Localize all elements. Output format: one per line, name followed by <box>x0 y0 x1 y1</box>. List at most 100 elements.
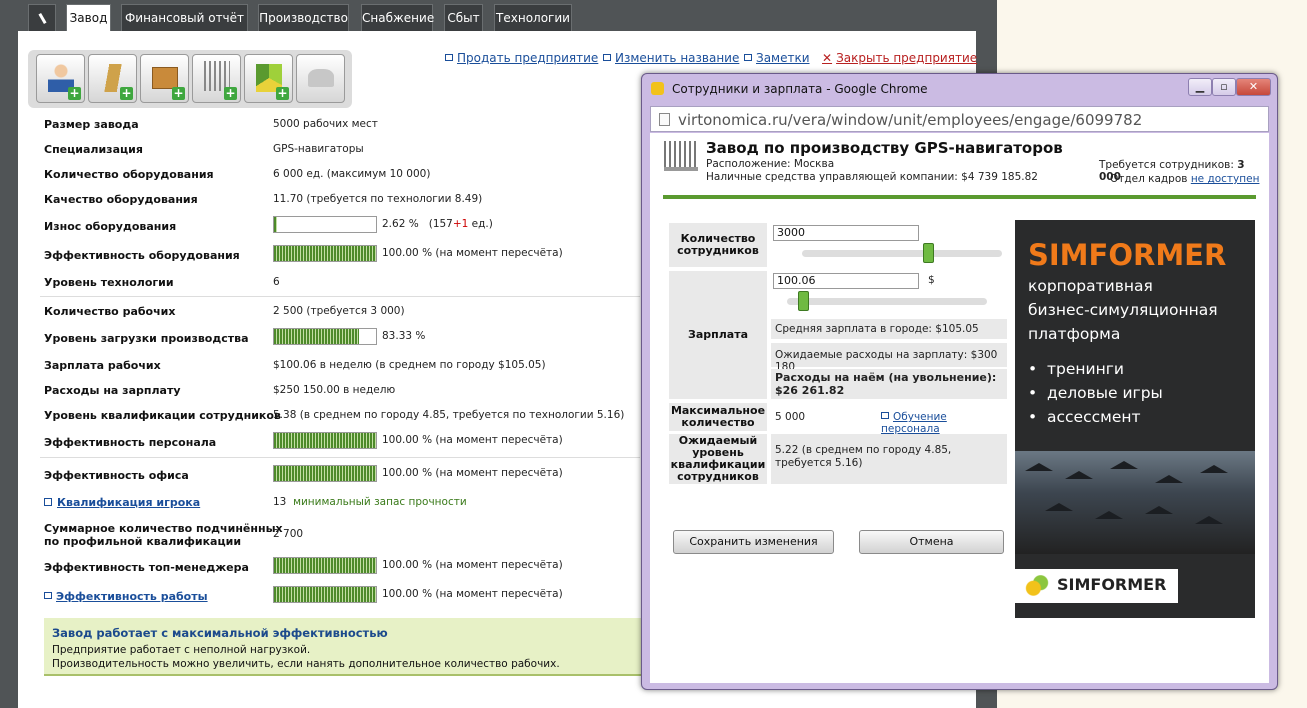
plus-icon: + <box>276 86 289 100</box>
qty-input[interactable]: 3000 <box>773 225 919 241</box>
salary-slider-handle[interactable] <box>798 291 809 311</box>
materials-button[interactable]: + <box>244 54 293 103</box>
row-player-qualification: Квалификация игрока 13 минимальный запас … <box>44 492 644 514</box>
close-enterprise-link[interactable]: ✕ Закрыть предприятие <box>822 51 977 65</box>
simformer-ad-banner[interactable]: SIMFORMER корпоративная бизнес-симуляцио… <box>1015 220 1255 618</box>
popup-title: Завод по производству GPS-навигаторов <box>706 139 1063 157</box>
subord-label-line1: Суммарное количество подчинённых <box>44 522 283 535</box>
minimize-icon: ▁ <box>1195 80 1205 93</box>
hr-link[interactable]: не доступен <box>1191 173 1260 185</box>
salary-value: $100.06 в неделю (в среднем по городу $1… <box>273 359 546 371</box>
back-tab[interactable] <box>28 4 56 31</box>
save-changes-button[interactable]: Сохранить изменения <box>673 530 834 554</box>
salary-cell: 100.06 $ <box>771 271 1007 315</box>
work-eff-link[interactable]: Эффективность работы <box>44 590 208 603</box>
header-divider <box>663 195 1256 199</box>
qty-slider-handle[interactable] <box>923 243 934 263</box>
tab-factory[interactable]: Завод <box>66 4 111 33</box>
row-office-efficiency: Эффективность офиса 100.00 % (на момент п… <box>44 465 644 487</box>
tab-technologies[interactable]: Технологии <box>494 4 572 31</box>
plus-icon: + <box>224 86 237 100</box>
work-eff-fill <box>274 587 376 602</box>
supply-button[interactable]: + <box>140 54 189 103</box>
tab-finance-report[interactable]: Финансовый отчёт <box>121 4 248 48</box>
plus-icon: + <box>68 86 81 100</box>
graduation-cap-icon <box>1045 503 1073 511</box>
salary-input[interactable]: 100.06 <box>773 273 919 289</box>
salary-label: Зарплата рабочих <box>44 359 161 372</box>
address-bar[interactable]: virtonomica.ru/vera/window/unit/employee… <box>650 106 1269 132</box>
player-qual-number: 13 <box>273 496 287 508</box>
maximize-icon: ▫ <box>1220 80 1228 93</box>
hire-cost-text: Расходы на наём (на увольнение): $26 261… <box>771 369 1007 399</box>
spec-value: GPS-навигаторы <box>273 143 364 155</box>
external-window-icon <box>44 592 52 599</box>
wear-bar <box>273 216 377 233</box>
avg-salary-text: Средняя зарплата в городе: $105.05 <box>771 319 1007 339</box>
close-icon: ✕ <box>822 51 833 65</box>
ad-brand: SIMFORMER <box>1028 238 1227 272</box>
partnership-button[interactable] <box>296 54 345 103</box>
top-eff-text: 100.00 % (на момент пересчёта) <box>382 559 563 571</box>
external-window-icon <box>744 54 752 61</box>
tab-supply[interactable]: Снабжение <box>361 4 434 31</box>
wear-units: (157 <box>428 218 453 230</box>
wear-label: Износ оборудования <box>44 220 177 233</box>
ad-bullet: • деловые игры <box>1028 384 1163 402</box>
row-equipment-qty: Количество оборудования 6 000 ед. (максим… <box>44 164 644 186</box>
salary-slider[interactable] <box>787 298 987 305</box>
sell-enterprise-link[interactable]: Продать предприятие <box>445 51 598 65</box>
ad-bullet-text: тренинги <box>1047 360 1124 378</box>
advertising-button[interactable]: + <box>88 54 137 103</box>
rename-link[interactable]: Изменить название <box>603 51 739 65</box>
staff-eff-fill <box>274 433 376 448</box>
external-window-icon <box>445 54 453 61</box>
row-qualification: Уровень квалификации сотрудников 5.38 (в … <box>44 405 644 427</box>
load-label: Уровень загрузки производства <box>44 332 249 345</box>
player-qual-note: минимальный запас прочности <box>293 496 467 508</box>
payroll-label: Расходы на зарплату <box>44 384 181 397</box>
row-salary: Зарплата рабочих $100.06 в неделю (в сред… <box>44 355 644 377</box>
partnership-handshake-icon <box>308 69 334 87</box>
qual-label: Уровень квалификации сотрудников <box>44 409 281 422</box>
tab-sales[interactable]: Сбыт <box>444 4 483 31</box>
hr-department: Отдел кадров не доступен <box>1110 173 1259 185</box>
equip-qty-label: Количество оборудования <box>44 168 214 181</box>
tech-value: 6 <box>273 276 280 288</box>
ad-desc-line1: корпоративная <box>1028 277 1153 295</box>
exp-qual-value: 5.22 (в среднем по городу 4.85, требуетс… <box>771 434 1007 484</box>
work-eff-bar <box>273 586 377 603</box>
player-qual-link[interactable]: Квалификация игрока <box>44 496 200 509</box>
graduation-cap-icon <box>1195 516 1223 524</box>
training-link[interactable]: Обучение персонала <box>881 411 1007 435</box>
staff-eff-label: Эффективность персонала <box>44 436 217 449</box>
hr-label: Отдел кадров <box>1110 173 1191 185</box>
simformer-logo-icon <box>1025 575 1049 597</box>
row-specialization: Специализация GPS-навигаторы <box>44 139 644 161</box>
minimize-button[interactable]: ▁ <box>1188 78 1212 96</box>
equip-eff-fill <box>274 246 376 261</box>
subord-label: Суммарное количество подчинённых по профи… <box>44 522 283 548</box>
employees-popup-window: Сотрудники и зарплата - Google Chrome ▁ … <box>641 73 1278 690</box>
close-window-button[interactable]: ✕ <box>1236 78 1271 96</box>
equipment-button[interactable]: + <box>192 54 241 103</box>
ad-bullet: • тренинги <box>1028 360 1124 378</box>
workers-value: 2 500 (требуется 3 000) <box>273 305 405 317</box>
work-eff-text: 100.00 % (на момент пересчёта) <box>382 588 563 600</box>
close-icon: ✕ <box>1248 80 1259 93</box>
cancel-button[interactable]: Отмена <box>859 530 1004 554</box>
qual-value: 5.38 (в среднем по городу 4.85, требуетс… <box>273 409 625 421</box>
expand-icon <box>44 498 52 506</box>
hire-personnel-button[interactable]: + <box>36 54 85 103</box>
subord-value: 2 700 <box>273 528 304 540</box>
plus-icon: + <box>120 86 133 100</box>
ad-desc-line2: бизнес-симуляционная <box>1028 301 1218 319</box>
tab-production[interactable]: Производство <box>258 4 349 31</box>
maximize-button[interactable]: ▫ <box>1212 78 1236 96</box>
factory-equipment-icon <box>664 141 698 171</box>
load-bar <box>273 328 377 345</box>
notes-link[interactable]: Заметки <box>744 51 810 65</box>
qty-slider[interactable] <box>802 250 1002 257</box>
payroll-value: $250 150.00 в неделю <box>273 384 396 396</box>
qty-cell: 3000 <box>771 223 1007 267</box>
